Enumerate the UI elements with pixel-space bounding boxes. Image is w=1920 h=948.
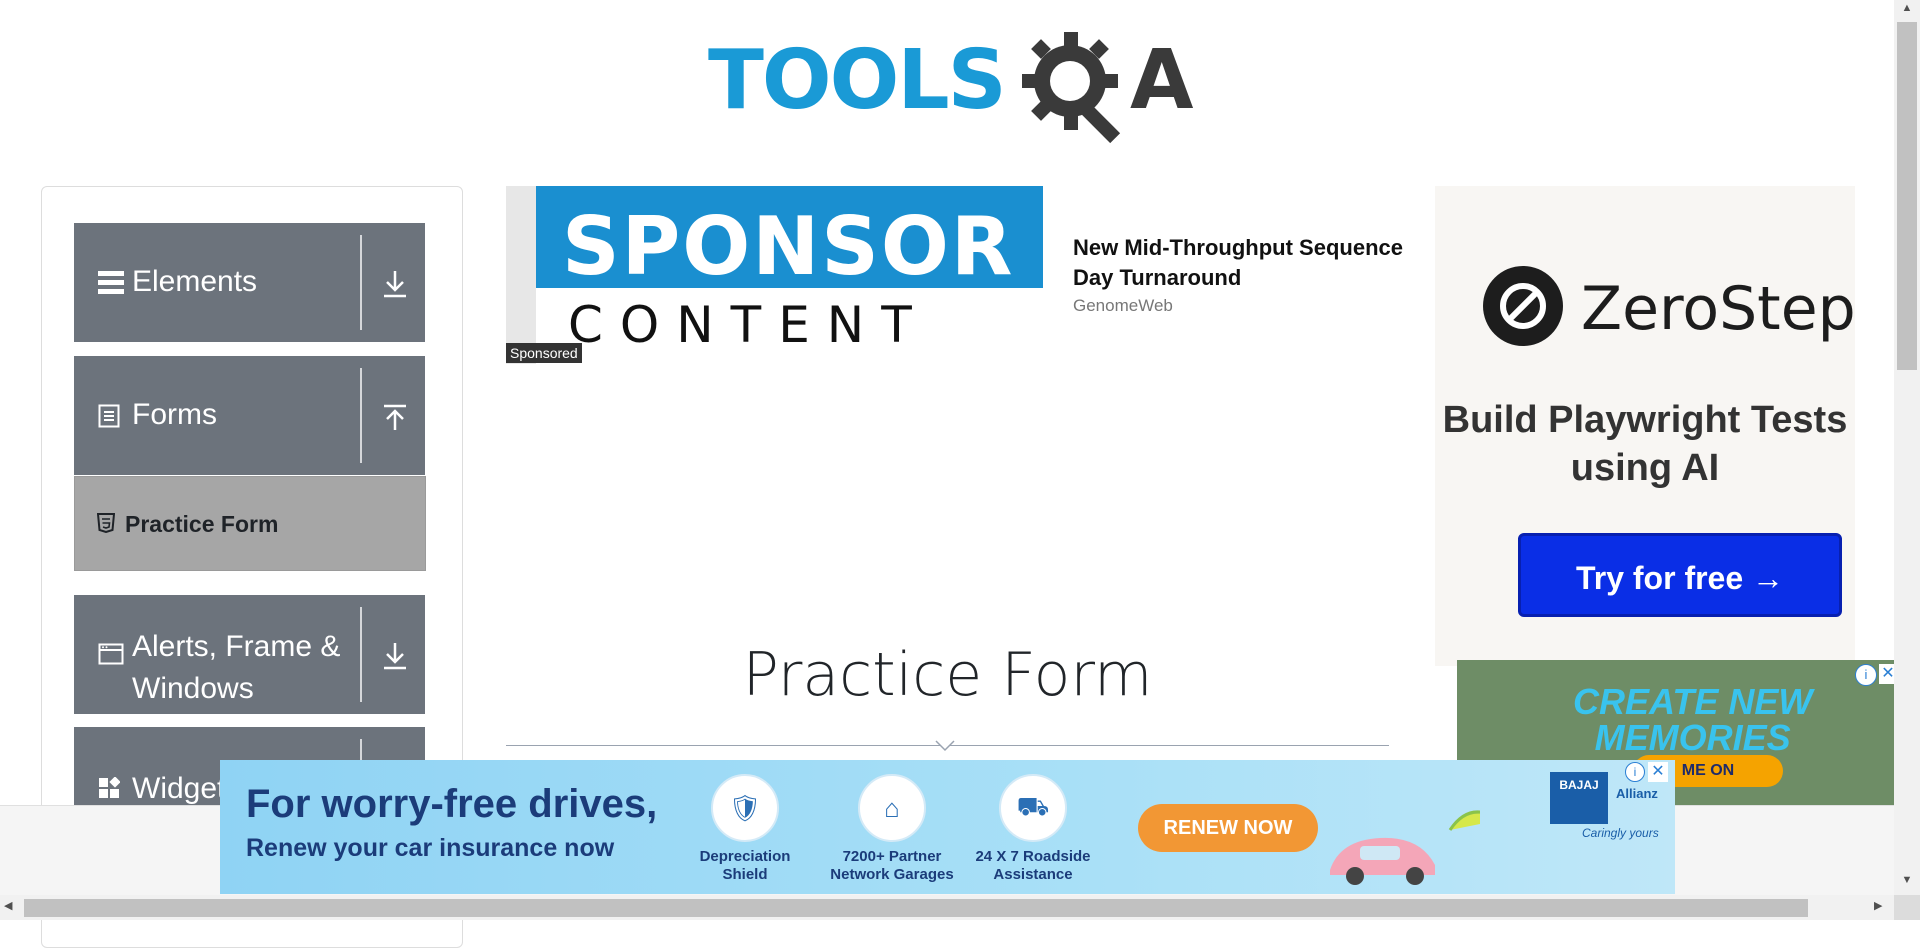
hamburger-icon <box>98 271 124 294</box>
toolsqa-logo[interactable]: TOOLS A <box>700 18 1200 144</box>
upload-arrow-icon[interactable] <box>378 400 412 434</box>
sidebar-group-label: Alerts, Frame & <box>132 630 341 663</box>
garage-map-icon: ⌂ <box>858 774 926 842</box>
ad-image-bottom: CONTENT <box>536 288 1043 364</box>
ad-image-text-2: CONTENT <box>568 296 929 354</box>
feature-line1: Depreciation <box>699 848 791 865</box>
vertical-scroll-thumb[interactable] <box>1897 22 1917 370</box>
ad-source: GenomeWeb <box>1073 296 1173 315</box>
divider <box>360 607 362 702</box>
zerostep-brand: ZeroStep <box>1581 274 1856 344</box>
feature-line1: 24 X 7 Roadside <box>975 848 1091 865</box>
divider <box>360 368 362 463</box>
tow-truck-icon: ⛟ <box>999 774 1067 842</box>
feature-line1: 7200+ Partner <box>842 848 942 865</box>
download-arrow-icon[interactable] <box>378 639 412 673</box>
insurance-banner-ad[interactable]: For worry-free drives, Renew your car in… <box>220 760 1675 894</box>
feature-line2: Assistance <box>993 866 1073 883</box>
sponsored-tag: Sponsored <box>506 343 582 363</box>
sidebar-group-elements[interactable]: Elements <box>74 223 425 342</box>
bajaj-logo: BAJAJ <box>1550 772 1608 824</box>
sponsored-ad-image[interactable]: SPONSOR CONTENT <box>506 186 1043 364</box>
scroll-right-arrow-icon[interactable]: ▶ <box>1874 899 1890 917</box>
logo-a-text: A <box>1130 33 1194 128</box>
ad-image-top: SPONSOR <box>536 186 1043 293</box>
ad-headline-link[interactable]: New Mid-Throughput Sequence Day Turnarou… <box>1073 233 1443 293</box>
sidebar-item-label: Practice Form <box>125 511 279 537</box>
try-for-free-button[interactable]: Try for free → <box>1518 533 1842 617</box>
sidebar-item-practice-form[interactable]: Practice Form <box>74 476 426 571</box>
ad-info-icon[interactable]: i <box>1855 664 1877 686</box>
document-icon <box>98 404 120 428</box>
scroll-down-arrow-icon[interactable]: ▼ <box>1896 874 1918 890</box>
memories-ad-text: CREATE NEW MEMORIES <box>1573 684 1812 756</box>
chevron-down-icon <box>935 740 955 752</box>
banner-slogan: Caringly yours <box>1582 826 1659 840</box>
memories-line1: CREATE NEW <box>1573 681 1813 722</box>
sidebar-group-alerts[interactable]: Alerts, Frame & Windows <box>74 595 425 714</box>
banner-feature: ⌂ 7200+ Partner Network Garages <box>827 774 957 884</box>
window-icon <box>98 643 124 665</box>
banner-subline: Renew your car insurance now <box>246 834 615 862</box>
zerostep-tagline: Build Playwright Tests using AI <box>1442 399 1848 489</box>
feature-line2: Shield <box>722 866 768 883</box>
widgets-icon <box>99 777 120 798</box>
ad-close-icon[interactable]: ✕ <box>1648 762 1668 782</box>
ad-info-icon[interactable]: i <box>1625 762 1645 782</box>
html5-icon <box>97 513 115 533</box>
zerostep-ad[interactable]: ZeroStep Build Playwright Tests using AI… <box>1435 186 1856 666</box>
download-arrow-icon[interactable] <box>378 267 412 301</box>
banner-headline: For worry-free drives, <box>246 782 658 826</box>
car-umbrella-illustration <box>1330 810 1480 885</box>
divider <box>360 235 362 330</box>
memories-line2: MEMORIES <box>1594 717 1791 758</box>
sidebar-group-label: Forms <box>132 398 217 431</box>
banner-feature: ⛟ 24 X 7 Roadside Assistance <box>968 774 1098 884</box>
sidebar-group-label-line2: Windows <box>132 672 254 705</box>
sidebar-group-forms[interactable]: Forms <box>74 356 425 475</box>
ad-image-text-1: SPONSOR <box>562 200 1015 293</box>
horizontal-scroll-thumb[interactable] <box>24 899 1808 917</box>
scrollbar-corner <box>1894 895 1920 920</box>
allianz-logo: Allianz <box>1616 786 1658 801</box>
logo-tools-text: TOOLS <box>708 33 1007 128</box>
banner-feature: 🛡 Depreciation Shield <box>680 774 810 884</box>
car-shield-icon: 🛡 <box>711 774 779 842</box>
scroll-left-arrow-icon[interactable]: ◀ <box>4 899 20 917</box>
zerostep-logo-icon <box>1483 266 1563 346</box>
sidebar-group-label: Elements <box>132 265 258 298</box>
gear-magnifier-icon <box>1022 32 1121 144</box>
feature-line2: Network Garages <box>830 866 954 883</box>
page-title: Practice Form <box>742 640 1153 710</box>
renew-now-button[interactable]: RENEW NOW <box>1138 804 1318 852</box>
scroll-up-arrow-icon[interactable]: ▲ <box>1896 2 1918 18</box>
